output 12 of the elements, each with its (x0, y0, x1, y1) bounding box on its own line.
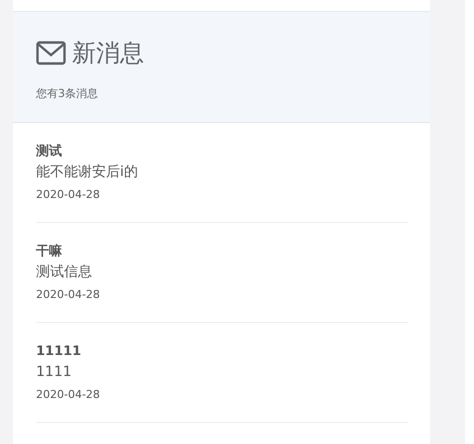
header-title: 新消息 (72, 38, 144, 68)
message-date: 2020-04-28 (36, 387, 101, 403)
message-count: 您有3条消息 (36, 86, 99, 101)
mail-icon (36, 41, 66, 65)
message-date: 2020-04-28 (36, 287, 101, 303)
message-title: 11111 (36, 343, 82, 361)
message-title: 测试 (36, 143, 63, 161)
message-content: 1111 (36, 363, 73, 382)
message-date: 2020-04-28 (36, 187, 101, 203)
message-content: 能不能谢安后i的 (36, 163, 139, 182)
message-title: 干嘛 (36, 243, 63, 261)
message-content: 测试信息 (36, 263, 93, 282)
